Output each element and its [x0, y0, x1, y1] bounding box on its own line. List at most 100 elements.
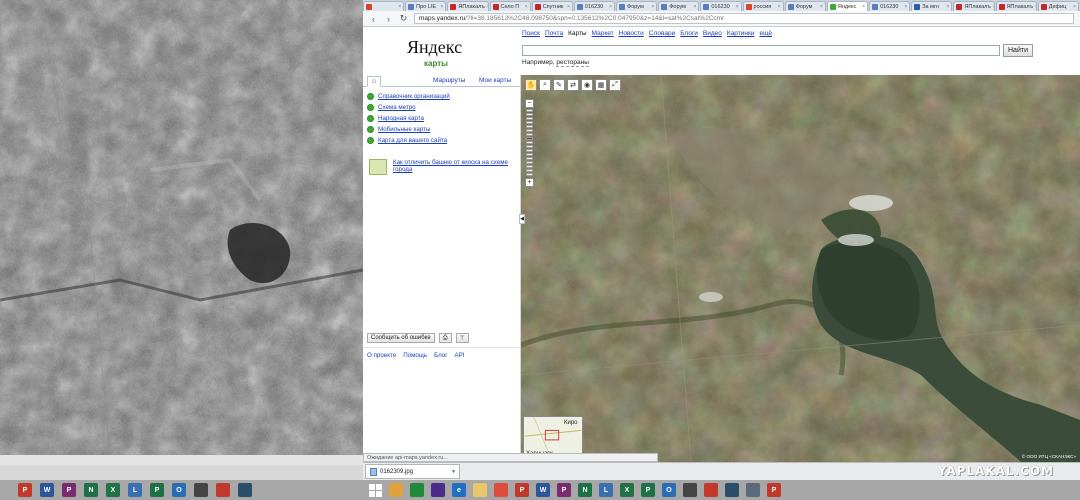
taskbar-app-icon[interactable]	[431, 483, 445, 497]
collapse-panel-icon[interactable]: ◀	[519, 214, 525, 224]
route-icon[interactable]: ⇄	[567, 79, 579, 91]
chevron-down-icon[interactable]: ▼	[451, 469, 456, 475]
taskbar-app-icon[interactable]: X	[620, 483, 634, 497]
taskbar-app-icon[interactable]: P	[767, 483, 781, 497]
close-icon[interactable]: ×	[693, 4, 696, 10]
browser-tab[interactable]: Про LIE ×	[405, 1, 447, 11]
zoom-level-tick[interactable]	[526, 173, 533, 176]
close-icon[interactable]: ×	[525, 4, 528, 10]
zoom-level-tick[interactable]	[526, 161, 533, 164]
zoom-level-tick[interactable]	[526, 153, 533, 156]
panel-link[interactable]: Народная карта	[378, 115, 424, 122]
zoom-level-tick[interactable]	[526, 129, 533, 132]
zoom-level-tick[interactable]	[526, 125, 533, 128]
browser-tab[interactable]: Форум ×	[784, 1, 826, 11]
panel-link-item[interactable]: Карта для вашего сайта	[363, 135, 520, 146]
zoom-level-tick[interactable]	[526, 117, 533, 120]
footer-link[interactable]: Блог	[434, 352, 447, 359]
layers-icon[interactable]: ▦	[595, 79, 607, 91]
taskbar-app-icon[interactable]	[410, 483, 424, 497]
link-icon[interactable]: ⊤	[455, 333, 469, 343]
traffic-icon[interactable]: ◉	[581, 79, 593, 91]
satellite-map[interactable]: ✋ ⌕ ✎ ⇄ ◉ ▦ ⤢ − + Киро © ООО ИТЦ «СКАНЭК…	[521, 75, 1080, 462]
service-link[interactable]: Блоги	[680, 30, 698, 37]
close-icon[interactable]: ×	[398, 4, 401, 10]
taskbar-app-icon[interactable]: W	[40, 483, 54, 497]
close-icon[interactable]: ×	[993, 4, 994, 10]
taskbar-app-icon[interactable]: P	[515, 483, 529, 497]
close-icon[interactable]: ×	[736, 4, 739, 10]
close-icon[interactable]: ×	[904, 4, 907, 10]
browser-tab[interactable]: 016230 ×	[869, 1, 911, 11]
zoom-level-tick[interactable]	[526, 137, 533, 140]
zoom-level-tick[interactable]	[526, 133, 533, 136]
zoom-level-tick[interactable]	[526, 149, 533, 152]
close-icon[interactable]: ×	[862, 4, 865, 10]
browser-tab[interactable]: Село П ×	[489, 1, 531, 11]
taskbar-app-icon[interactable]: N	[84, 483, 98, 497]
close-icon[interactable]: ×	[487, 4, 488, 10]
close-icon[interactable]: ×	[946, 4, 949, 10]
home-icon[interactable]: ⌂	[367, 76, 381, 87]
zoom-out-icon[interactable]: −	[525, 99, 534, 108]
service-link[interactable]: Почта	[545, 30, 563, 37]
browser-tab[interactable]: ЯПлакалъ×	[447, 1, 489, 11]
browser-tab[interactable]: 016230 ×	[700, 1, 742, 11]
taskbar-app-icon[interactable]: P	[557, 483, 571, 497]
close-icon[interactable]: ×	[440, 4, 443, 10]
close-icon[interactable]: ×	[567, 4, 570, 10]
taskbar-app-icon[interactable]	[683, 483, 697, 497]
ruler-icon[interactable]: ✎	[553, 79, 565, 91]
service-link[interactable]: Словари	[649, 30, 675, 37]
taskbar-app-icon[interactable]: L	[128, 483, 142, 497]
footer-link[interactable]: Помощь	[403, 352, 427, 359]
panel-link[interactable]: Карта для вашего сайта	[378, 137, 447, 144]
taskbar-app-icon[interactable]: P	[62, 483, 76, 497]
taskbar-app-icon[interactable]	[725, 483, 739, 497]
panel-link[interactable]: Справочник организаций	[378, 93, 450, 100]
taskbar-app-icon[interactable]: X	[106, 483, 120, 497]
browser-tab[interactable]: Яндекс ×	[826, 1, 869, 11]
browser-tab[interactable]: Форум ×	[658, 1, 700, 11]
zoom-level-tick[interactable]	[526, 165, 533, 168]
zoom-level-tick[interactable]	[526, 141, 533, 144]
browser-tab[interactable]: 016230 ×	[573, 1, 616, 11]
reload-icon[interactable]: ↻	[399, 13, 408, 24]
close-icon[interactable]: ×	[651, 4, 654, 10]
panel-link-item[interactable]: Мобильные карты	[363, 124, 520, 135]
browser-tab[interactable]: россия ×	[742, 1, 784, 11]
tab-my-maps[interactable]: Мои карты	[479, 77, 511, 84]
panel-link[interactable]: Мобильные карты	[378, 126, 430, 133]
taskbar-app-icon[interactable]: P	[18, 483, 32, 497]
service-link[interactable]: Видео	[703, 30, 722, 37]
taskbar-app-icon[interactable]	[746, 483, 760, 497]
taskbar-app-icon[interactable]: O	[662, 483, 676, 497]
taskbar-app-icon[interactable]: e	[452, 483, 466, 497]
browser-tab[interactable]: ×	[363, 1, 405, 11]
search-input[interactable]	[522, 45, 1000, 56]
magnifier-icon[interactable]: ⌕	[539, 79, 551, 91]
zoom-level-tick[interactable]	[526, 145, 533, 148]
service-link[interactable]: ещё	[759, 30, 772, 37]
close-icon[interactable]: ×	[1035, 4, 1036, 10]
panel-link-item[interactable]: Справочник организаций	[363, 91, 520, 102]
print-icon[interactable]: ⎙	[438, 333, 452, 343]
search-button[interactable]: Найти	[1003, 44, 1033, 57]
browser-tab[interactable]: Дефиц ×	[1037, 1, 1079, 11]
taskbar-app-icon[interactable]: L	[599, 483, 613, 497]
zoom-level-tick[interactable]	[526, 113, 533, 116]
example-link[interactable]: рестораны	[556, 59, 589, 67]
close-icon[interactable]: ×	[778, 4, 781, 10]
footer-link[interactable]: О проекте	[367, 352, 396, 359]
browser-tab[interactable]: ЯПлакалъ×	[953, 1, 995, 11]
service-link[interactable]: Картинки	[727, 30, 755, 37]
fullscreen-icon[interactable]: ⤢	[609, 79, 621, 91]
taskbar-app-icon[interactable]: W	[536, 483, 550, 497]
taskbar-app-icon[interactable]: N	[578, 483, 592, 497]
panel-link[interactable]: Схема метро	[378, 104, 416, 111]
tab-routes[interactable]: Маршруты	[433, 77, 465, 84]
hand-tool-icon[interactable]: ✋	[525, 79, 537, 91]
close-icon[interactable]: ×	[609, 4, 612, 10]
taskbar-app-icon[interactable]	[216, 483, 230, 497]
browser-tab[interactable]: Спутник ×	[531, 1, 573, 11]
